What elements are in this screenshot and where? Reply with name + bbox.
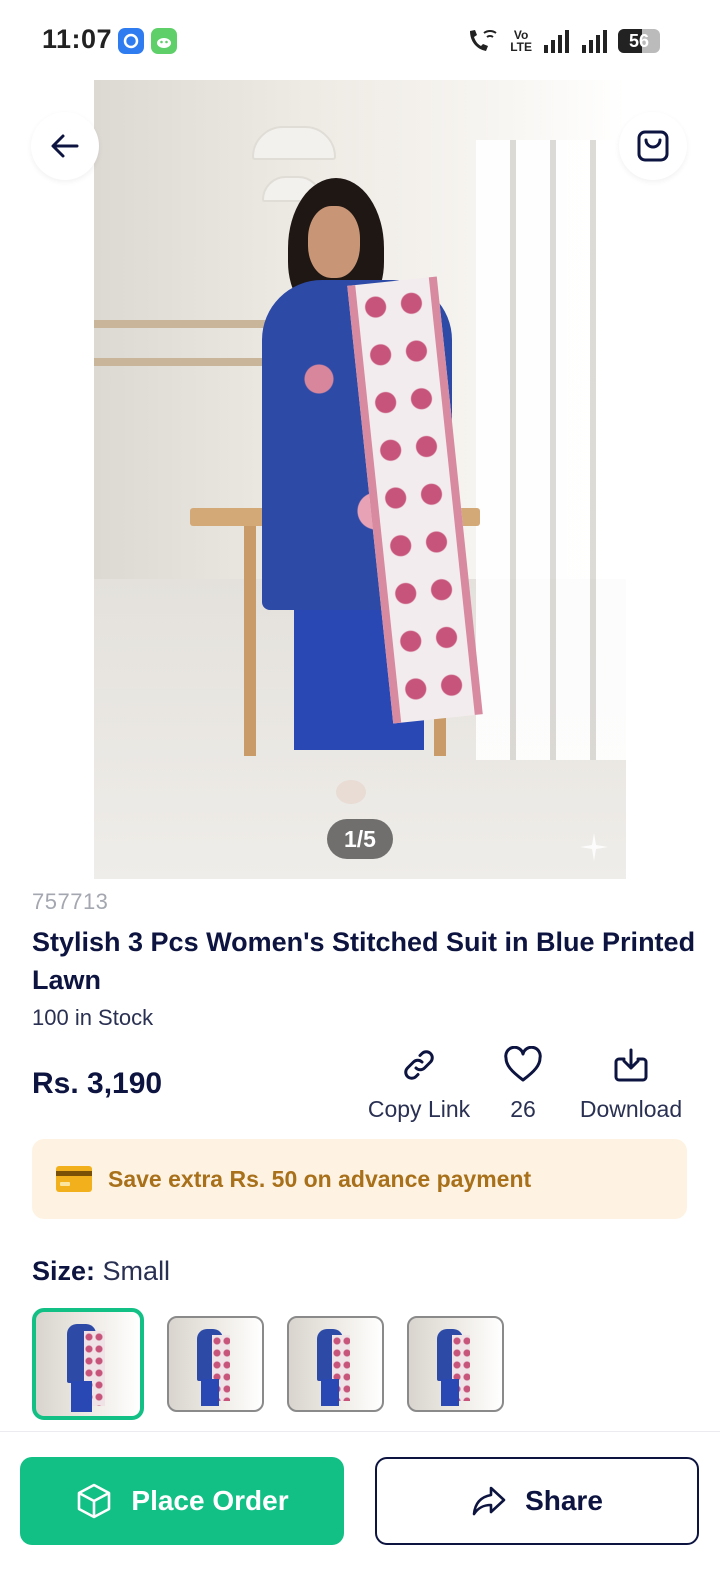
variant-thumbnail-4[interactable] xyxy=(407,1316,504,1412)
variant-thumbnail-1[interactable] xyxy=(32,1308,144,1420)
copy-link-button[interactable]: Copy Link xyxy=(364,1046,474,1123)
status-time: 11:07 xyxy=(42,24,113,54)
like-count: 26 xyxy=(510,1096,536,1122)
place-order-button[interactable]: Place Order xyxy=(20,1457,344,1545)
like-button[interactable]: 26 xyxy=(493,1046,553,1123)
product-price: Rs. 3,190 xyxy=(32,1067,163,1100)
copy-link-label: Copy Link xyxy=(367,1096,471,1122)
sparkle-icon xyxy=(580,833,608,861)
share-label: Share xyxy=(525,1485,603,1516)
arrow-left-icon xyxy=(51,134,79,158)
variant-thumbnail-3[interactable] xyxy=(287,1316,384,1412)
volte-indicator: Vo LTE xyxy=(510,28,532,54)
battery-icon: 56 xyxy=(618,29,660,53)
variant-thumbnail-2[interactable] xyxy=(167,1316,264,1412)
status-bar: 11:07 Vo LTE 56 xyxy=(0,0,720,80)
place-order-label: Place Order xyxy=(131,1485,289,1516)
back-button[interactable] xyxy=(31,112,99,180)
advance-payment-banner: Save extra Rs. 50 on advance payment xyxy=(32,1139,687,1219)
bottom-action-bar: Place Order Share xyxy=(0,1431,720,1570)
cart-button[interactable] xyxy=(619,112,687,180)
download-label: Download xyxy=(579,1096,683,1122)
android-app-icon xyxy=(151,28,177,54)
size-value: Small xyxy=(102,1256,171,1286)
link-icon xyxy=(404,1050,434,1080)
heart-icon xyxy=(504,1046,542,1082)
status-icons: Vo LTE 56 xyxy=(466,26,660,56)
product-image[interactable]: 1/5 xyxy=(94,80,626,879)
signal-icon xyxy=(544,30,569,53)
signal-icon-2 xyxy=(582,30,607,53)
download-button[interactable]: Download xyxy=(572,1046,690,1123)
sync-app-icon xyxy=(118,28,144,54)
promo-text: Save extra Rs. 50 on advance payment xyxy=(108,1165,532,1192)
shopping-bag-icon xyxy=(637,130,669,162)
download-icon xyxy=(614,1048,648,1082)
wifi-calling-icon xyxy=(470,30,497,51)
box-icon xyxy=(78,1483,111,1519)
credit-card-icon xyxy=(56,1166,92,1192)
image-counter: 1/5 xyxy=(327,819,393,859)
product-sku: 757713 xyxy=(32,889,109,914)
stock-status: 100 in Stock xyxy=(32,1005,154,1030)
size-label: Size: xyxy=(32,1256,96,1286)
size-selection: Size: Small xyxy=(32,1256,170,1287)
share-arrow-icon xyxy=(472,1486,506,1516)
product-title: Stylish 3 Pcs Women's Stitched Suit in B… xyxy=(32,927,696,995)
share-button[interactable]: Share xyxy=(375,1457,699,1545)
